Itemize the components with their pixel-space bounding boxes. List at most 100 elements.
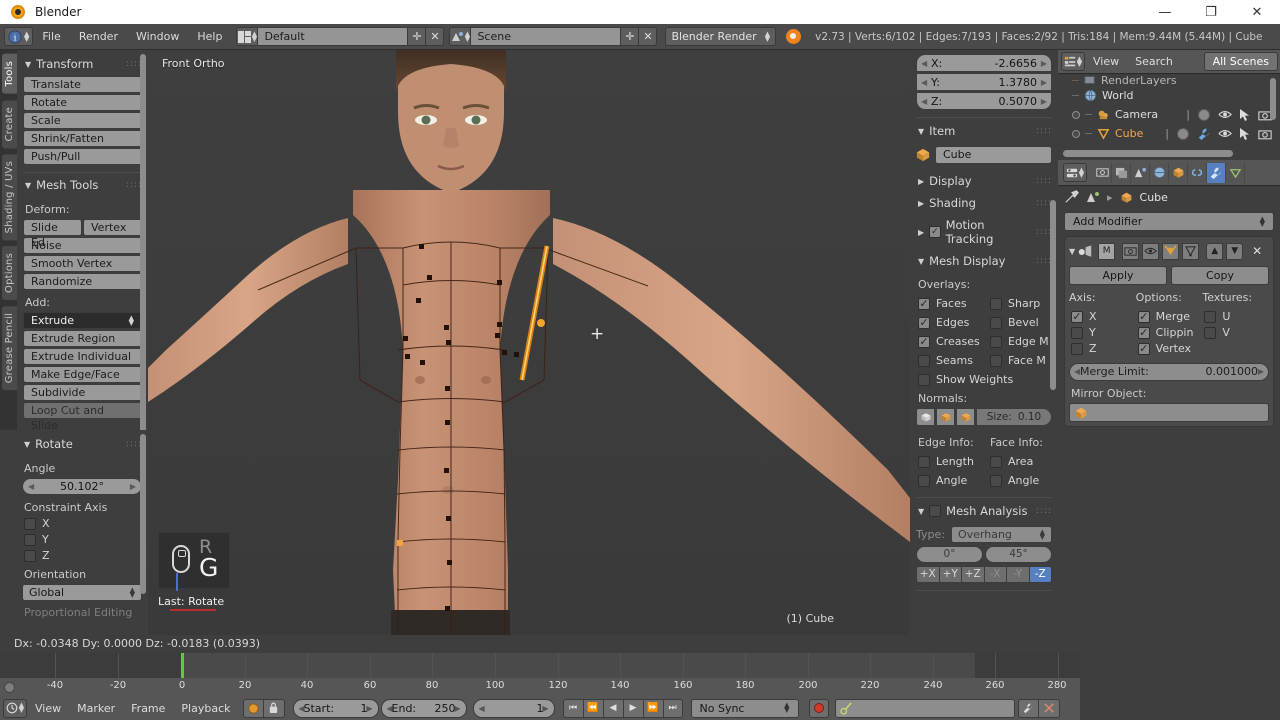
- randomize-button[interactable]: Randomize: [23, 273, 142, 290]
- checkbox[interactable]: [990, 455, 1002, 468]
- checkbox[interactable]: [918, 373, 930, 386]
- edit-mode-visibility-toggle[interactable]: [1162, 242, 1180, 260]
- mirror-axis-x[interactable]: ✓ X: [1071, 310, 1136, 323]
- outliner-horizontal-scrollbar[interactable]: [1063, 150, 1233, 157]
- checkbox[interactable]: ✓: [1137, 342, 1150, 355]
- display-panel-header[interactable]: ▶ Display ::::: [916, 170, 1052, 192]
- outliner-row-camera[interactable]: Camera |: [1058, 105, 1280, 124]
- chevron-right-icon[interactable]: ▶: [1041, 78, 1047, 87]
- slide-edge-button[interactable]: Slide Ed: [23, 219, 82, 249]
- axis-plus-x-button[interactable]: +X: [916, 566, 939, 583]
- overlay-face-marks[interactable]: Face M: [990, 354, 1052, 367]
- chevron-left-icon[interactable]: ◀: [921, 59, 927, 68]
- chevron-right-icon[interactable]: ▶: [366, 700, 372, 717]
- chevron-right-icon[interactable]: ▶: [1041, 59, 1047, 68]
- sync-mode-dropdown[interactable]: No Sync ▲ ▼: [690, 698, 799, 718]
- render-visibility-toggle[interactable]: [1122, 242, 1140, 260]
- npanel-scrollbar[interactable]: [1050, 200, 1056, 390]
- timeline-track[interactable]: [0, 653, 1080, 678]
- scene-icon[interactable]: [1086, 191, 1100, 204]
- pin-icon[interactable]: [1065, 190, 1079, 204]
- menu-render[interactable]: Render: [70, 27, 127, 46]
- menu-file[interactable]: File: [33, 27, 69, 46]
- tab-render[interactable]: [1093, 162, 1112, 183]
- end-frame-field[interactable]: ◀ End: 250 ▶: [380, 698, 467, 718]
- checkbox[interactable]: ✓: [1137, 326, 1150, 339]
- scene-field[interactable]: Scene: [471, 27, 622, 46]
- checkbox[interactable]: [918, 354, 930, 367]
- menu-window[interactable]: Window: [127, 27, 188, 46]
- delete-scene-button[interactable]: ✕: [639, 27, 658, 46]
- viewport-visibility-toggle[interactable]: [1142, 242, 1160, 260]
- loop-cut-slide-button[interactable]: Loop Cut and Slide: [23, 402, 142, 432]
- overlay-sharp[interactable]: Sharp: [990, 297, 1052, 310]
- mesh-tools-panel-header[interactable]: ▼ Mesh Tools ::::: [23, 175, 142, 197]
- lock-icon[interactable]: [263, 698, 285, 718]
- median-z-field[interactable]: ◀ Z: 0.5070 ▶: [916, 92, 1052, 110]
- tab-constraints[interactable]: [1188, 162, 1207, 183]
- tab-scene[interactable]: [1131, 162, 1150, 183]
- apply-button[interactable]: Apply: [1069, 266, 1167, 285]
- constraint-axis-y[interactable]: Y: [24, 533, 142, 546]
- timeline-view-handle[interactable]: [4, 682, 15, 693]
- mirror-option-merge[interactable]: ✓ Merge: [1137, 310, 1203, 323]
- add-scene-button[interactable]: ✛: [621, 27, 640, 46]
- sidebar-item-grease-pencil[interactable]: Grease Pencil: [2, 306, 17, 391]
- outliner-vertical-scrollbar[interactable]: [1270, 78, 1276, 120]
- object-name-input[interactable]: Cube: [935, 146, 1052, 164]
- tab-world[interactable]: [1150, 162, 1169, 183]
- translate-button[interactable]: Translate: [23, 76, 142, 93]
- extrude-region-button[interactable]: Extrude Region: [23, 330, 142, 347]
- mesh-analysis-min-angle[interactable]: 0°: [916, 546, 983, 563]
- close-button[interactable]: ✕: [1234, 0, 1280, 24]
- timeline-ruler[interactable]: -40 -20 0 20 40 60 80 100 120 140 160 18…: [0, 678, 1080, 696]
- checkbox[interactable]: ✓: [918, 316, 930, 329]
- keying-set-field[interactable]: [834, 698, 1015, 718]
- minimize-button[interactable]: —: [1142, 0, 1188, 24]
- info-editor-type-selector[interactable]: i ▲ ▼: [4, 27, 34, 46]
- delete-screen-button[interactable]: ✕: [426, 27, 445, 46]
- merge-limit-field[interactable]: ◀ Merge Limit: 0.001000 ▶: [1069, 363, 1269, 381]
- camera-data-icon-small[interactable]: [1197, 108, 1211, 122]
- chevron-left-icon[interactable]: ◀: [299, 700, 305, 717]
- timeline-playhead[interactable]: [181, 653, 184, 678]
- previous-keyframe-button[interactable]: ⏪: [582, 698, 603, 718]
- current-frame-field[interactable]: ◀ 1 ▶: [472, 698, 555, 718]
- checkbox[interactable]: [990, 335, 1002, 348]
- checkbox[interactable]: [1071, 342, 1083, 355]
- angle-input[interactable]: ◀ 50.102° ▶: [22, 478, 142, 495]
- timeline-menu-view[interactable]: View: [27, 702, 69, 715]
- chevron-right-icon[interactable]: ▶: [130, 479, 136, 494]
- motion-tracking-panel-header[interactable]: ▶ ✓ Motion Tracking ::::: [916, 214, 1052, 250]
- item-panel-header[interactable]: ▼ Item ::::: [916, 120, 1052, 142]
- checkbox[interactable]: [1204, 326, 1217, 339]
- transform-panel-header[interactable]: ▼ Transform ::::: [23, 54, 142, 76]
- extrude-individual-button[interactable]: Extrude Individual: [23, 348, 142, 365]
- checkbox[interactable]: [1071, 326, 1083, 339]
- mirror-texture-u[interactable]: U: [1204, 310, 1269, 323]
- sidebar-item-tools[interactable]: Tools: [2, 54, 17, 94]
- edge-angle-toggle[interactable]: Angle: [918, 474, 980, 487]
- 3d-viewport[interactable]: Front Ortho + R G Last: Rotate (1) Cube: [148, 50, 910, 635]
- mesh-display-panel-header[interactable]: ▼ Mesh Display ::::: [916, 250, 1052, 272]
- axis-minus-x-button[interactable]: -X: [983, 566, 1006, 583]
- mirror-axis-z[interactable]: Z: [1071, 342, 1136, 355]
- add-modifier-button[interactable]: Add Modifier ▲ ▼: [1064, 212, 1274, 231]
- noise-button[interactable]: Noise: [23, 237, 142, 254]
- mesh-data-icon[interactable]: [1176, 127, 1190, 141]
- shading-panel-header[interactable]: ▶ Shading ::::: [916, 192, 1052, 214]
- sidebar-item-shading-uvs[interactable]: Shading / UVs: [2, 154, 17, 241]
- tab-render-layers[interactable]: [1112, 162, 1131, 183]
- checkbox[interactable]: [24, 533, 36, 546]
- mesh-analysis-type-dropdown[interactable]: Overhang ▲ ▼: [950, 526, 1052, 543]
- delete-keyframe-button[interactable]: [1038, 698, 1060, 718]
- tool-shelf-scrollbar[interactable]: [140, 54, 146, 439]
- push-pull-button[interactable]: Push/Pull: [23, 148, 142, 165]
- chevron-left-icon[interactable]: ◀: [28, 479, 34, 494]
- expand-toggle-icon[interactable]: [1072, 129, 1080, 138]
- split-normals-button[interactable]: [936, 408, 955, 426]
- median-y-field[interactable]: ◀ Y: 1.3780 ▶: [916, 73, 1052, 91]
- rotate-button[interactable]: Rotate: [23, 94, 142, 111]
- maximize-button[interactable]: ❐: [1188, 0, 1234, 24]
- tab-object[interactable]: [1169, 162, 1188, 183]
